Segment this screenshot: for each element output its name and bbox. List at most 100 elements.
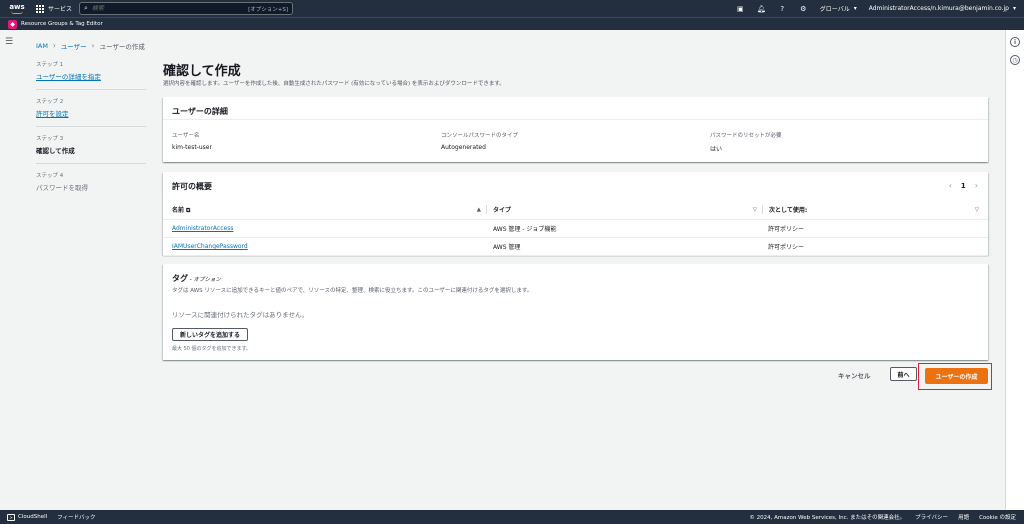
account-label: AdministratorAccess/n.kimura@benjamin.co…: [868, 5, 1009, 12]
detail-username: ユーザー名 kim-test-user: [172, 131, 441, 153]
tags-limit-hint: 最大 50 個のタグを追加できます。: [172, 346, 252, 352]
step-current-review: 確認して作成: [36, 147, 75, 155]
services-button[interactable]: サービス: [36, 4, 72, 13]
resource-groups-icon[interactable]: ◆: [8, 19, 17, 29]
sort-icon[interactable]: ▽: [753, 207, 757, 213]
tags-header: タグ - オプション: [163, 264, 988, 284]
table-row: AdministratorAccess AWS 管理 - ジョブ機能 許可ポリシ…: [163, 220, 988, 238]
cell-used-as: 許可ポリシー: [768, 244, 805, 251]
breadcrumb-iam[interactable]: IAM: [36, 42, 48, 50]
cookie-settings-link[interactable]: Cookie の設定: [979, 513, 1016, 521]
column-used-as-label: 次として使用:: [769, 207, 808, 214]
breadcrumb: IAM › ユーザー › ユーザーの作成: [36, 41, 145, 51]
bottom-bar-left: > CloudShell フィードバック: [7, 513, 96, 521]
tags-optional-label: - オプション: [188, 277, 221, 283]
cell-used-as: 許可ポリシー: [768, 226, 805, 233]
terminal-icon: >: [7, 513, 15, 521]
cloudshell-button[interactable]: > CloudShell: [7, 513, 47, 521]
chevron-left-icon[interactable]: ‹: [949, 181, 952, 190]
column-name-label: 名前: [172, 206, 185, 214]
favorites-bar: ◆ Resource Groups & Tag Editor: [0, 17, 1024, 30]
previous-button[interactable]: 前へ: [890, 367, 917, 381]
caret-down-icon: ▾: [853, 5, 857, 12]
cell-policy-name: AdministratorAccess: [172, 225, 486, 232]
cloudshell-icon[interactable]: ▣: [736, 4, 745, 13]
step-link-permissions[interactable]: 許可を設定: [36, 108, 146, 118]
feedback-link[interactable]: フィードバック: [57, 513, 95, 521]
step-1: ステップ 1 ユーザーの詳細を指定: [36, 60, 146, 90]
page-title: 確認して作成: [163, 64, 241, 79]
user-details-fields: ユーザー名 kim-test-user コンソールパスワードのタイプ Autog…: [163, 120, 988, 153]
permissions-header: 許可の概要: [172, 182, 212, 191]
terms-link[interactable]: 用語: [958, 513, 969, 521]
page-description: 選択内容を確認します。ユーザーを作成した後、自動生成されたパスワード (有効にな…: [163, 81, 505, 87]
step-4: ステップ 4 パスワードを取得: [36, 171, 146, 200]
step-number: ステップ 4: [36, 173, 64, 179]
info-icon[interactable]: i: [1010, 37, 1020, 47]
step-number: ステップ 3: [36, 136, 64, 142]
page-number[interactable]: 1: [961, 182, 966, 190]
help-icon[interactable]: ?: [778, 4, 787, 13]
column-header-name[interactable]: 名前 ⧉ ▲: [172, 205, 486, 215]
copyright-text: © 2024, Amazon Web Services, Inc. またはその関…: [749, 515, 906, 521]
search-input[interactable]: [91, 5, 249, 12]
region-label: グローバル: [819, 6, 850, 13]
user-details-header: ユーザーの詳細: [172, 107, 228, 116]
clock-icon[interactable]: ◷: [1010, 55, 1020, 65]
chevron-right-icon[interactable]: ›: [975, 181, 978, 190]
column-header-used-as[interactable]: 次として使用: ▽: [763, 205, 979, 215]
permissions-summary-panel: 許可の概要 ‹ 1 › 名前 ⧉ ▲ タイプ ▽ 次として使用: ▽ Admini…: [163, 172, 988, 256]
aws-logo-smile: [11, 11, 23, 14]
table-header-row: 名前 ⧉ ▲ タイプ ▽ 次として使用: ▽: [163, 200, 988, 220]
create-user-button[interactable]: ユーザーの作成: [925, 368, 988, 384]
detail-label: パスワードのリセットが必要: [710, 133, 782, 139]
account-menu[interactable]: AdministratorAccess/n.kimura@benjamin.co…: [869, 5, 1016, 12]
breadcrumb-users[interactable]: ユーザー: [61, 41, 87, 51]
add-tag-button[interactable]: 新しいタグを追加する: [172, 328, 249, 341]
nav-right: ▣ 🔔︎ ? ⚙ グローバル ▾ AdministratorAccess/n.k…: [736, 0, 1016, 17]
resource-groups-link[interactable]: Resource Groups & Tag Editor: [21, 21, 103, 27]
cell-policy-type: AWS 管理: [493, 244, 521, 251]
column-type-label: タイプ: [493, 207, 512, 214]
external-link-icon: ⧉: [186, 206, 191, 214]
detail-password-reset: パスワードのリセットが必要 はい: [710, 131, 979, 153]
user-details-panel: ユーザーの詳細 ユーザー名 kim-test-user コンソールパスワードのタ…: [163, 97, 988, 162]
tags-empty-message: リソースに関連付けられたタグはありません。: [172, 311, 308, 319]
column-header-type[interactable]: タイプ ▽: [487, 205, 762, 215]
aws-logo-text: aws: [9, 2, 25, 11]
grid-icon: [36, 4, 44, 13]
step-2: ステップ 2 許可を設定: [36, 97, 146, 127]
settings-gear-icon[interactable]: ⚙: [799, 4, 808, 13]
top-navigation: aws サービス ⌕ [オプション+S] ▣ 🔔︎ ? ⚙ グローバル ▾ Ad…: [0, 0, 1024, 17]
hamburger-menu-icon[interactable]: ☰: [5, 37, 13, 47]
sort-icon[interactable]: ▽: [975, 207, 979, 213]
policy-link[interactable]: AdministratorAccess: [172, 225, 233, 232]
region-selector[interactable]: グローバル ▾: [820, 4, 857, 13]
wizard-steps: ステップ 1 ユーザーの詳細を指定 ステップ 2 許可を設定 ステップ 3 確認…: [36, 60, 146, 207]
detail-label: コンソールパスワードのタイプ: [441, 133, 519, 139]
sort-ascending-icon[interactable]: ▲: [477, 207, 481, 213]
notifications-icon[interactable]: 🔔︎: [757, 4, 766, 13]
detail-label: ユーザー名: [172, 133, 200, 139]
right-rail: i ◷: [1005, 30, 1024, 510]
detail-value: はい: [710, 146, 723, 153]
tags-description: タグは AWS リソースに追加できるキーと値のペアで、リソースの特定、整理、検索…: [172, 288, 533, 294]
search-box[interactable]: ⌕ [オプション+S]: [79, 2, 293, 15]
pagination: ‹ 1 ›: [949, 181, 978, 190]
permissions-table: 名前 ⧉ ▲ タイプ ▽ 次として使用: ▽ AdministratorAcces…: [163, 200, 988, 256]
cell-policy-name: IAMUserChangePassword: [172, 243, 486, 250]
privacy-link[interactable]: プライバシー: [915, 513, 948, 521]
caret-down-icon: ▾: [1012, 5, 1016, 12]
tags-title: タグ: [172, 274, 188, 283]
aws-logo[interactable]: aws: [6, 0, 28, 17]
detail-value: Autogenerated: [441, 144, 486, 151]
detail-password-type: コンソールパスワードのタイプ Autogenerated: [441, 131, 710, 153]
step-link-user-details[interactable]: ユーザーの詳細を指定: [36, 71, 146, 81]
step-number: ステップ 2: [36, 99, 64, 105]
bottom-bar-right: © 2024, Amazon Web Services, Inc. またはその関…: [749, 513, 1016, 521]
step-number: ステップ 1: [36, 62, 64, 68]
cancel-button[interactable]: キャンセル: [838, 370, 871, 380]
policy-link[interactable]: IAMUserChangePassword: [172, 243, 248, 250]
services-label: サービス: [48, 6, 73, 13]
step-3: ステップ 3 確認して作成: [36, 134, 146, 164]
